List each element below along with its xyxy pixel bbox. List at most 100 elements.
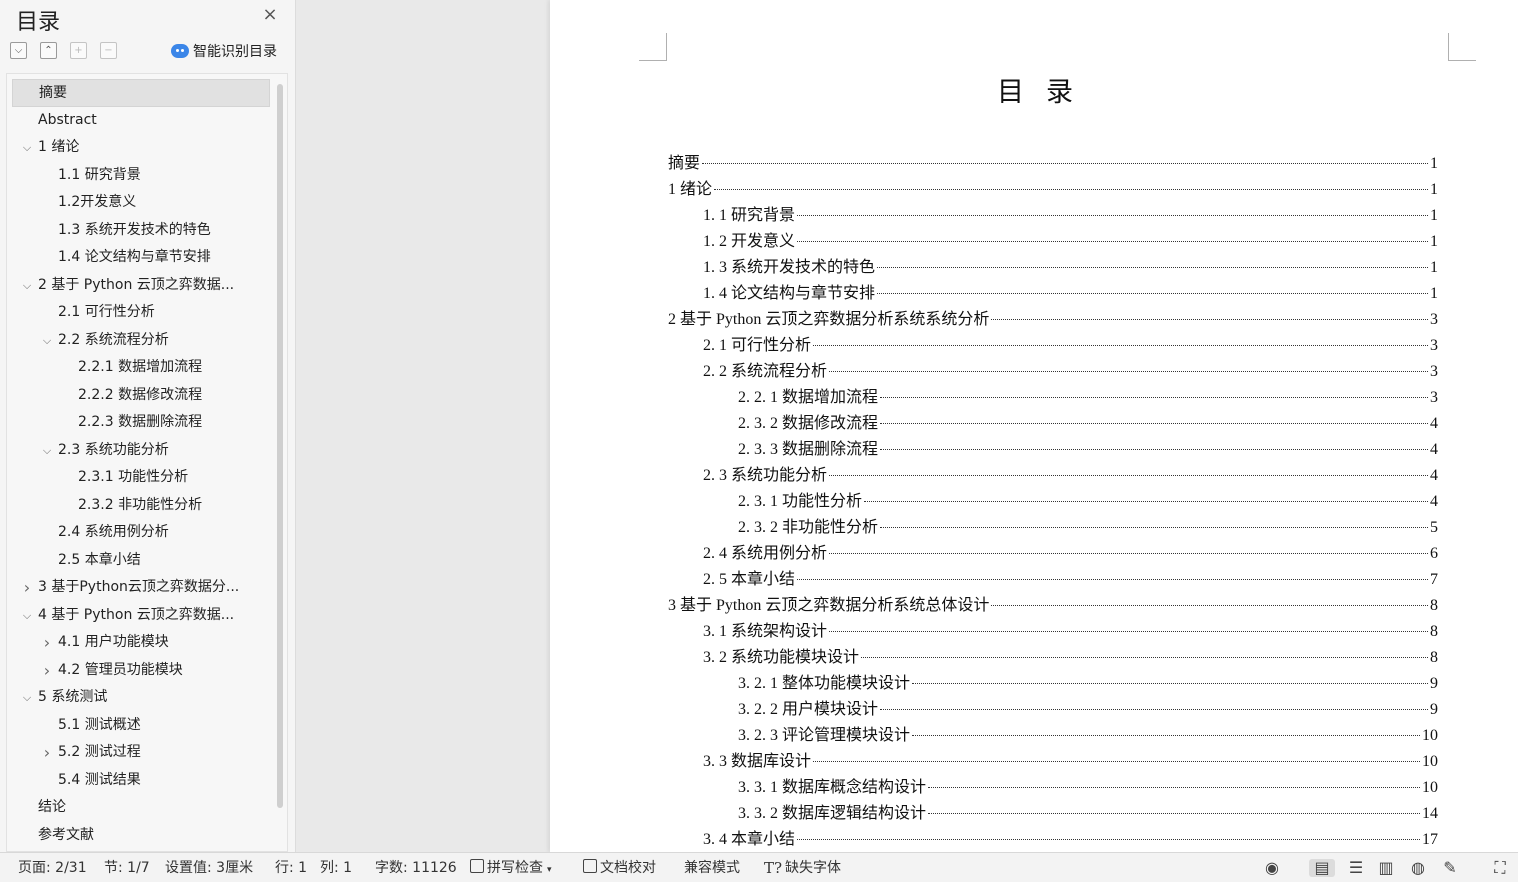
chevron-down-icon[interactable]: ⌵: [20, 602, 34, 630]
toc-entry-title: 3. 3 数据库设计: [703, 753, 812, 770]
toc-entry[interactable]: 3. 3. 2 数据库逻辑结构设计 14: [668, 801, 1438, 827]
remove-heading-icon[interactable]: −: [100, 42, 117, 59]
toc-tree-item[interactable]: 1.1 研究背景: [12, 162, 270, 190]
toc-tree-item[interactable]: 1.4 论文结构与章节安排: [12, 244, 270, 272]
toc-tree-item[interactable]: 2.1 可行性分析: [12, 299, 270, 327]
toc-entry[interactable]: 2. 5 本章小结 7: [668, 567, 1438, 593]
toc-leader-dots: [991, 605, 1428, 606]
fullscreen-icon[interactable]: ⛶: [1490, 859, 1510, 877]
missing-font-button[interactable]: T? 缺失字体: [764, 853, 841, 882]
toc-tree-item-label: 2.3.2 非功能性分析: [78, 496, 203, 513]
chevron-right-icon[interactable]: ›: [20, 574, 34, 602]
toc-entry[interactable]: 1. 2 开发意义 1: [668, 229, 1438, 255]
toc-entry[interactable]: 3. 3. 1 数据库概念结构设计 10: [668, 775, 1438, 801]
toc-entry[interactable]: 3. 4 本章小结 17: [668, 827, 1438, 852]
page-indicator[interactable]: 页面: 2/31: [18, 853, 87, 882]
chevron-down-icon[interactable]: ⌵: [40, 327, 54, 355]
toc-entry[interactable]: 3 基于 Python 云顶之弈数据分析系统总体设计 8: [668, 593, 1438, 619]
chevron-right-icon[interactable]: ›: [40, 629, 54, 657]
toc-entry[interactable]: 1. 4 论文结构与章节安排 1: [668, 281, 1438, 307]
toc-tree-item[interactable]: 2.2.2 数据修改流程: [12, 382, 270, 410]
toc-entry[interactable]: 3. 2. 1 整体功能模块设计 9: [668, 671, 1438, 697]
expand-up-icon[interactable]: ⌃: [40, 42, 57, 59]
word-count[interactable]: 字数: 11126: [375, 853, 457, 882]
toc-tree-item[interactable]: › 4.2 管理员功能模块: [12, 657, 270, 685]
document-page[interactable]: 目录 摘要 1 1 绪论 1 1. 1 研究背景 1 1. 2 开发意义 1 1. 3 系统开发…: [550, 0, 1518, 852]
pen-icon[interactable]: ✎: [1440, 859, 1460, 877]
toc-tree-item[interactable]: ⌵ 4 基于 Python 云顶之弈数据...: [12, 602, 270, 630]
toc-entry[interactable]: 3. 2. 2 用户模块设计 9: [668, 697, 1438, 723]
toc-tree-item[interactable]: 2.2.3 数据删除流程: [12, 409, 270, 437]
toc-entry[interactable]: 2. 3. 2 数据修改流程 4: [668, 411, 1438, 437]
proofread-button[interactable]: 文档校对: [583, 853, 656, 882]
toc-tree-item[interactable]: 参考文献: [12, 822, 270, 850]
toc-tree-item[interactable]: ⌵ 2 基于 Python 云顶之弈数据...: [12, 272, 270, 300]
chevron-right-icon[interactable]: ›: [40, 739, 54, 767]
toc-tree-item[interactable]: 2.5 本章小结: [12, 547, 270, 575]
compat-mode-label[interactable]: 兼容模式: [684, 853, 740, 882]
chevron-down-icon[interactable]: ⌵: [40, 437, 54, 465]
toc-tree-item[interactable]: 2.3.2 非功能性分析: [12, 492, 270, 520]
eye-protection-icon[interactable]: ◉: [1262, 859, 1282, 877]
toc-tree-item[interactable]: ⌵ 1 绪论: [12, 134, 270, 162]
toc-entry[interactable]: 2 基于 Python 云顶之弈数据分析系统系统分析 3: [668, 307, 1438, 333]
toc-entry[interactable]: 2. 4 系统用例分析 6: [668, 541, 1438, 567]
toc-entry-title: 3. 3. 2 数据库逻辑结构设计: [738, 805, 927, 822]
toc-tree-item[interactable]: 1.3 系统开发技术的特色: [12, 217, 270, 245]
toc-tree-item[interactable]: › 3 基于Python云顶之弈数据分...: [12, 574, 270, 602]
toc-entry[interactable]: 2. 3. 2 非功能性分析 5: [668, 515, 1438, 541]
toc-entry[interactable]: 3. 2 系统功能模块设计 8: [668, 645, 1438, 671]
chevron-down-icon[interactable]: ⌵: [20, 134, 34, 162]
toc-tree-item[interactable]: 5.1 测试概述: [12, 712, 270, 740]
outline-view-icon[interactable]: ☰: [1346, 859, 1366, 877]
toc-entry-title: 3. 3. 1 数据库概念结构设计: [738, 779, 927, 796]
toc-entry[interactable]: 2. 2 系统流程分析 3: [668, 359, 1438, 385]
toc-tree-item[interactable]: 2.2.1 数据增加流程: [12, 354, 270, 382]
toc-tree-item[interactable]: 2.3.1 功能性分析: [12, 464, 270, 492]
toc-entry[interactable]: 1. 3 系统开发技术的特色 1: [668, 255, 1438, 281]
reading-view-icon[interactable]: ▥: [1376, 859, 1396, 877]
toc-tree-item[interactable]: 5.4 测试结果: [12, 767, 270, 795]
smart-toc-label: 智能识别目录: [193, 44, 277, 60]
toc-tree-item[interactable]: 2.4 系统用例分析: [12, 519, 270, 547]
toc-heading: 目录: [997, 77, 1095, 108]
toc-entry[interactable]: 摘要 1: [668, 151, 1438, 177]
chevron-down-icon[interactable]: ⌵: [20, 684, 34, 712]
toc-entry[interactable]: 3. 1 系统架构设计 8: [668, 619, 1438, 645]
toc-tree-item-label: 1 绪论: [38, 139, 80, 155]
toc-entry[interactable]: 2. 3 系统功能分析 4: [668, 463, 1438, 489]
web-view-icon[interactable]: ◍: [1408, 859, 1428, 877]
toc-entry[interactable]: 3. 2. 3 评论管理模块设计 10: [668, 723, 1438, 749]
proofread-icon: [583, 859, 597, 873]
toc-entry[interactable]: 2. 3. 3 数据删除流程 4: [668, 437, 1438, 463]
section-indicator[interactable]: 节: 1/7: [104, 853, 150, 882]
toc-tree-item[interactable]: 结论: [12, 794, 270, 822]
toc-entry[interactable]: 2. 3. 1 功能性分析 4: [668, 489, 1438, 515]
tree-scrollbar[interactable]: [277, 84, 283, 808]
toc-entry[interactable]: 2. 1 可行性分析 3: [668, 333, 1438, 359]
toc-entry[interactable]: 1 绪论 1: [668, 177, 1438, 203]
toc-entry[interactable]: 2. 2. 1 数据增加流程 3: [668, 385, 1438, 411]
toc-tree-item[interactable]: › 5.2 测试过程: [12, 739, 270, 767]
toc-tree-item[interactable]: ⌵ 2.3 系统功能分析: [12, 437, 270, 465]
setting-indicator[interactable]: 设置值: 3厘米: [165, 853, 253, 882]
toc-tree-item[interactable]: ⌵ 5 系统测试: [12, 684, 270, 712]
collapse-all-icon[interactable]: ⌵: [10, 42, 27, 59]
add-heading-icon[interactable]: +: [70, 42, 87, 59]
chevron-down-icon[interactable]: ⌵: [20, 272, 34, 300]
spell-check-button[interactable]: 拼写检查 ▾: [470, 853, 552, 882]
toc-leader-dots: [813, 345, 1428, 346]
smart-toc-button[interactable]: 智能识别目录: [171, 41, 277, 61]
toc-entry-title: 3. 2. 3 评论管理模块设计: [738, 727, 911, 744]
toc-tree-item[interactable]: 摘要: [12, 79, 270, 107]
toc-tree-item[interactable]: 1.2开发意义: [12, 189, 270, 217]
toc-tree-item-label: 2.2.1 数据增加流程: [78, 359, 203, 375]
toc-entry[interactable]: 3. 3 数据库设计 10: [668, 749, 1438, 775]
close-icon[interactable]: ×: [261, 6, 279, 24]
toc-tree-item[interactable]: Abstract: [12, 107, 270, 135]
toc-tree-item[interactable]: ⌵ 2.2 系统流程分析: [12, 327, 270, 355]
chevron-right-icon[interactable]: ›: [40, 657, 54, 685]
page-view-icon[interactable]: ▤: [1309, 859, 1335, 877]
toc-tree-item[interactable]: › 4.1 用户功能模块: [12, 629, 270, 657]
toc-entry[interactable]: 1. 1 研究背景 1: [668, 203, 1438, 229]
